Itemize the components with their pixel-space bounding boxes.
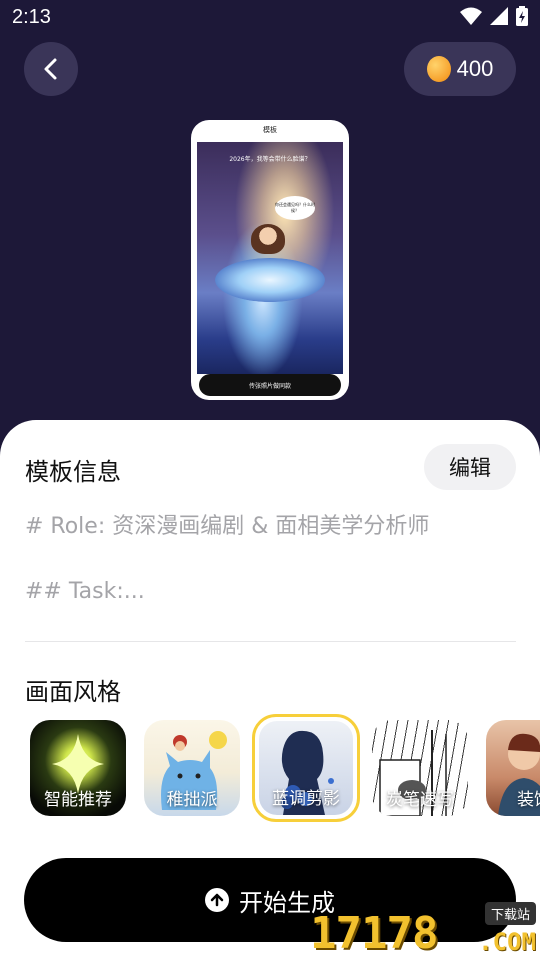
- prompt-line: # Role: 资深漫画编剧 & 面相美学分析师: [25, 514, 430, 539]
- template-sheet: 模板信息 编辑 # Role: 资深漫画编剧 & 面相美学分析师 ## Task…: [0, 420, 540, 960]
- coin-count: 400: [456, 56, 494, 81]
- coin-icon: [426, 56, 451, 82]
- template-info-title: 模板信息: [25, 458, 121, 486]
- coin-balance[interactable]: 400: [404, 42, 516, 96]
- watermark-number: 17178: [310, 908, 438, 959]
- wifi-icon: [460, 7, 482, 25]
- preview-caption: 2026年，我等会带什么脸谱？: [229, 156, 311, 163]
- status-time: 2:13: [12, 6, 51, 28]
- style-option-label: 炭笔速写: [386, 790, 454, 810]
- style-option-charcoal[interactable]: 炭笔速写: [372, 720, 468, 816]
- style-options: 智能推荐 稚拙派 蓝调剪影 炭笔速写 装: [0, 714, 540, 824]
- preview-speech-bubble: 你还会遇见吗？什么时候？: [275, 196, 315, 220]
- preview-cta: 传张照片做同款: [199, 374, 341, 396]
- status-bar: 2:13: [0, 0, 540, 36]
- style-option-blue-silhouette[interactable]: 蓝调剪影: [252, 714, 360, 822]
- style-option-label: 蓝调剪影: [272, 789, 340, 809]
- style-option-label: 稚拙派: [166, 790, 218, 810]
- style-option-label: 智能推荐: [44, 790, 112, 810]
- signal-icon: [490, 7, 508, 25]
- status-icons: [460, 6, 528, 26]
- preview-water-pool: [215, 258, 325, 302]
- preview-screen-title: 模板: [263, 126, 277, 134]
- battery-icon: [516, 6, 528, 26]
- style-option-smart[interactable]: 智能推荐: [30, 720, 126, 816]
- watermark-tag: 下载站: [484, 902, 536, 925]
- upload-arrow-icon: [205, 888, 229, 912]
- style-option-decorative[interactable]: 装饰: [486, 720, 540, 816]
- preview-character: [251, 224, 285, 254]
- chevron-left-icon: [44, 58, 57, 80]
- prompt-line: ## Task:...: [25, 579, 145, 604]
- style-section-title: 画面风格: [25, 678, 121, 706]
- back-button[interactable]: [24, 42, 78, 96]
- site-watermark: 17178 下载站 .COM: [310, 898, 536, 960]
- style-option-naive[interactable]: 稚拙派: [144, 720, 240, 816]
- template-preview[interactable]: 模板 2026年，我等会带什么脸谱？ 你还会遇见吗？什么时候？ 传张照片做同款: [191, 120, 349, 400]
- edit-button[interactable]: 编辑: [424, 444, 516, 490]
- divider: [25, 641, 516, 642]
- watermark-suffix: .COM: [478, 928, 536, 956]
- style-option-label: 装饰: [517, 790, 540, 810]
